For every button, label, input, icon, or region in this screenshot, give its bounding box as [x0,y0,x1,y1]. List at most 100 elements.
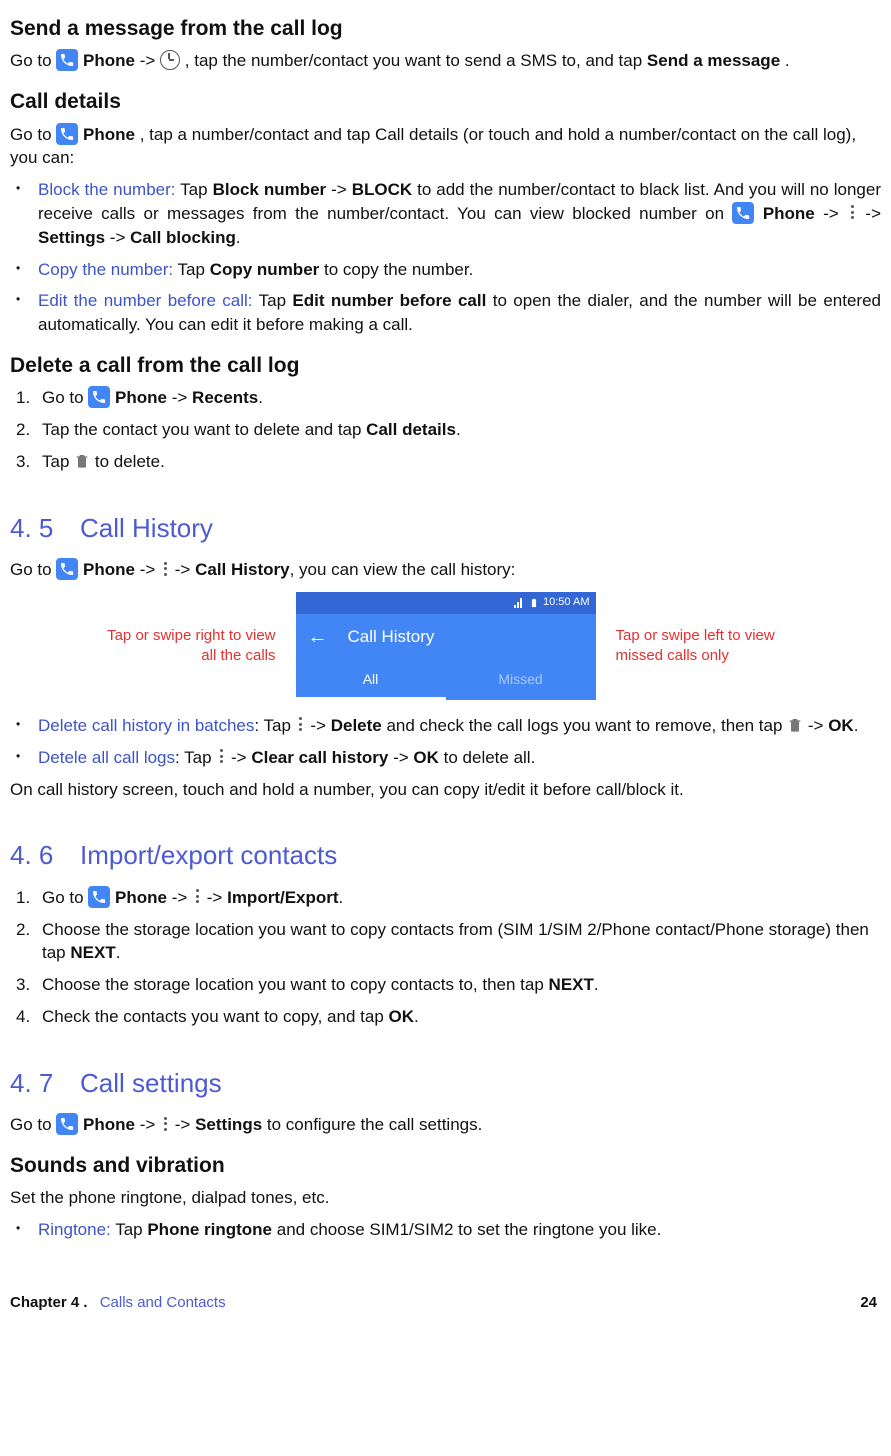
sv-intro: Set the phone ringtone, dialpad tones, e… [10,1186,881,1210]
list-item: Edit the number before call: Tap Edit nu… [10,289,881,337]
caption-left: Tap or swipe right to view all the calls [96,626,276,665]
back-icon[interactable]: ← [308,623,328,651]
text: Tap [176,180,213,199]
call-details-intro: Go to Phone , tap a number/contact and t… [10,123,881,171]
tab-bar: All Missed [296,660,596,700]
phone-label: Phone [115,888,167,907]
next-label: NEXT [549,975,594,994]
text: Go to [10,1115,56,1134]
phone-label: Phone [83,125,135,144]
delete-label: Delete [331,716,382,735]
heading-delete-call: Delete a call from the call log [10,351,881,380]
send-a-message-label: Send a message [647,51,780,70]
text: -> [167,888,192,907]
caption-right: Tap or swipe left to view missed calls o… [616,626,796,665]
text: -> [306,716,331,735]
more-icon [216,747,226,767]
call-history-figure: Tap or swipe right to view all the calls… [10,592,881,700]
block-number-term: Block the number: [38,180,176,199]
copy-number-label: Copy number [210,260,320,279]
trash-icon [787,716,803,734]
send-message-paragraph: Go to Phone -> , tap the number/contact … [10,49,881,73]
section-4-6-heading: 4. 6Import/export contacts [10,837,881,873]
status-time: 10:50 AM [543,595,589,610]
section-number: 4. 7 [10,1065,80,1101]
text: : Tap [175,748,216,767]
text: to delete all. [439,748,535,767]
call-blocking-label: Call blocking [130,228,236,247]
text: to configure the call settings. [262,1115,482,1134]
block-number-label: Block number [213,180,327,199]
text: Check the contacts you want to copy, and… [42,1007,389,1026]
ok-label: OK [389,1007,415,1026]
text: Go to [42,888,88,907]
section-title: Call History [80,513,213,543]
text: to copy the number. [319,260,473,279]
list-item: Go to Phone -> -> Import/Export. [14,886,881,910]
recents-label: Recents [192,388,258,407]
screen-title: Call History [348,625,435,649]
phone-screenshot: 10:50 AM ← Call History All Missed [296,592,596,700]
settings-label: Settings [38,228,105,247]
import-export-label: Import/Export [227,888,338,907]
text: -> [170,560,195,579]
text: -> [202,888,227,907]
phone-label: Phone [115,388,167,407]
call-history-note: On call history screen, touch and hold a… [10,778,881,802]
list-item: Delete call history in batches: Tap -> D… [10,714,881,738]
phone-icon [88,886,110,908]
text: and choose SIM1/SIM2 to set the ringtone… [272,1220,661,1239]
list-item: Choose the storage location you want to … [14,973,881,997]
phone-label: Phone [83,560,135,579]
text: Go to [10,125,56,144]
list-item: Choose the storage location you want to … [14,918,881,966]
more-icon [160,559,170,579]
signal-icon [513,597,525,609]
phone-icon [56,558,78,580]
heading-send-message: Send a message from the call log [10,14,881,43]
list-item: Tap the contact you want to delete and t… [14,418,881,442]
tab-missed[interactable]: Missed [446,660,596,700]
phone-label: Phone [83,51,135,70]
phone-ringtone-label: Phone ringtone [147,1220,272,1239]
call-history-label: Call History [195,560,289,579]
text: Go to [10,51,56,70]
text: Choose the storage location you want to … [42,920,869,963]
text: Tap [173,260,210,279]
text: , tap the number/contact you want to sen… [185,51,647,70]
section-number: 4. 5 [10,510,80,546]
phone-icon [56,49,78,71]
text: : Tap [254,716,295,735]
settings-label: Settings [195,1115,262,1134]
text: -> [815,204,847,223]
heading-call-details: Call details [10,87,881,116]
block-label: BLOCK [352,180,412,199]
delete-all-term: Detele all call logs [38,748,175,767]
text: to delete. [95,452,165,471]
phone-icon [88,386,110,408]
list-item: Ringtone: Tap Phone ringtone and choose … [10,1218,881,1242]
text: . [116,943,121,962]
app-bar: ← Call History [296,614,596,660]
delete-call-steps: Go to Phone -> Recents. Tap the contact … [10,386,881,473]
tab-all[interactable]: All [296,660,446,700]
text: -> [167,388,192,407]
phone-label: Phone [83,1115,135,1134]
list-item: Block the number: Tap Block number -> BL… [10,178,881,249]
more-icon [847,203,857,223]
text: , tap a number/contact and tap Call deta… [10,125,856,168]
list-item: Copy the number: Tap Copy number to copy… [10,258,881,282]
footer-page-number: 24 [860,1292,877,1313]
section-title: Call settings [80,1068,222,1098]
list-item: Check the contacts you want to copy, and… [14,1005,881,1029]
text: . [236,228,241,247]
section-4-7-heading: 4. 7Call settings [10,1065,881,1101]
text: and check the call logs you want to remo… [382,716,787,735]
ok-label: OK [828,716,854,735]
text: . [854,716,859,735]
phone-icon [732,202,754,224]
more-icon [160,1114,170,1134]
call-history-intro: Go to Phone -> -> Call History, you can … [10,558,881,582]
text: Tap [253,291,293,310]
import-export-steps: Go to Phone -> -> Import/Export. Choose … [10,886,881,1029]
